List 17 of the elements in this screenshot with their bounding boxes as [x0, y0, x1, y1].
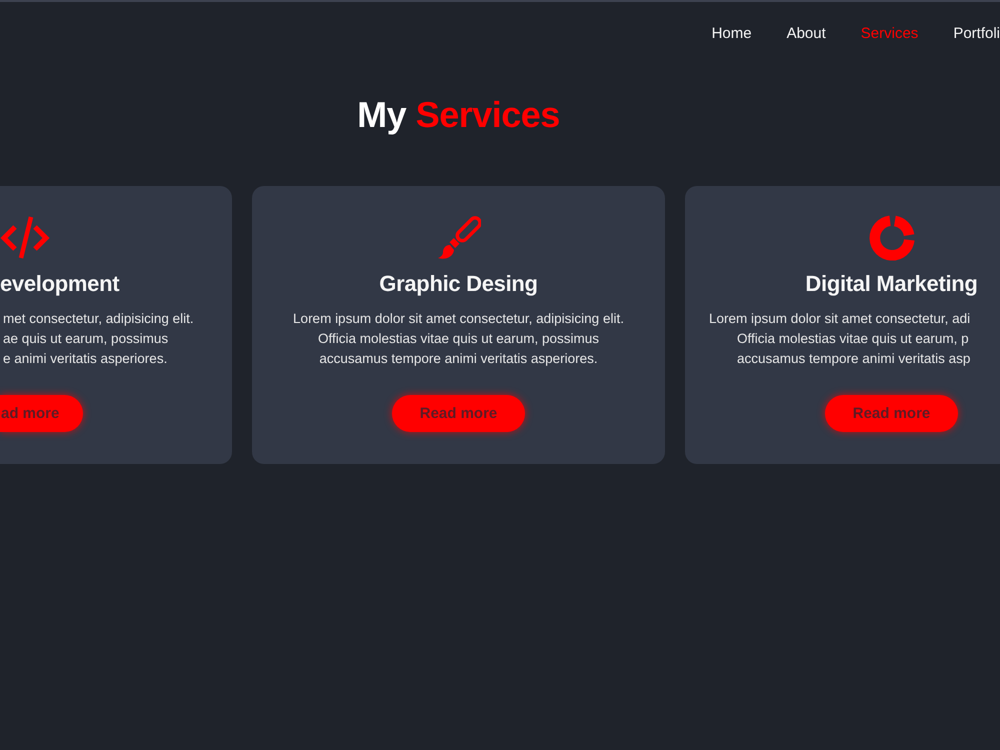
- read-more-button[interactable]: ad more: [0, 395, 84, 432]
- read-more-button[interactable]: Read more: [392, 395, 526, 432]
- code-icon: [0, 215, 50, 260]
- card-description: Lorem ipsum dolor sit amet consectetur, adi Officia molestias vitae quis ut earum, p accusamus tempore animi veritatis asp: [709, 310, 970, 368]
- donut-chart-icon: [868, 214, 916, 262]
- nav-link[interactable]: About: [786, 25, 826, 45]
- card-title: evelopment: [0, 271, 120, 297]
- card-description: Lorem ipsum dolor sit amet consectetur, adipisicing elit. Officia molestias vitae quis ut earum, possimus accusamus tempore animi veritatis asperiores.: [293, 310, 624, 368]
- paintbrush-icon: [436, 215, 480, 260]
- nav-link[interactable]: Services: [860, 25, 918, 45]
- card-title: Graphic Desing: [379, 271, 538, 297]
- nav-link[interactable]: Home: [712, 25, 752, 45]
- read-more-button[interactable]: Read more: [824, 395, 958, 432]
- section-heading: My Services: [356, 93, 561, 137]
- card-description: met consectetur, adipisicing elit. ae quis ut earum, possimus e animi veritatis asperiores.: [2, 310, 194, 368]
- card-title: Digital Marketing: [805, 271, 978, 297]
- nav-link[interactable]: Portfoli: [953, 25, 1000, 45]
